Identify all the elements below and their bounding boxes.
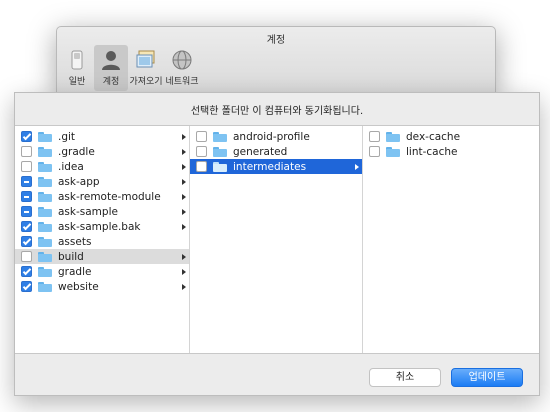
folder-icon <box>38 236 52 247</box>
switch-icon <box>66 49 88 71</box>
folder-column-2[interactable]: android-profile generated intermediates <box>190 126 363 353</box>
folder-checkbox[interactable] <box>369 146 380 157</box>
folder-name: gradle <box>58 265 92 278</box>
disclosure-arrow-icon[interactable] <box>182 163 186 170</box>
folder-name: android-profile <box>233 130 310 143</box>
folder-row[interactable]: android-profile <box>190 129 362 144</box>
folder-row[interactable]: intermediates <box>190 159 362 174</box>
photos-icon <box>135 49 157 71</box>
folder-checkbox[interactable] <box>21 206 32 217</box>
folder-icon <box>38 281 52 292</box>
folder-icon <box>386 146 400 157</box>
folder-row[interactable]: dex-cache <box>363 129 539 144</box>
user-icon <box>100 49 122 71</box>
folder-row[interactable]: gradle <box>15 264 189 279</box>
globe-icon <box>171 49 193 71</box>
folder-name: .idea <box>58 160 84 173</box>
folder-checkbox[interactable] <box>21 221 32 232</box>
disclosure-arrow-icon[interactable] <box>182 208 186 215</box>
folder-name: dex-cache <box>406 130 461 143</box>
cancel-button[interactable]: 취소 <box>369 368 441 387</box>
folder-icon <box>386 131 400 142</box>
window-title: 계정 <box>266 35 286 46</box>
folder-icon <box>38 266 52 277</box>
folder-checkbox[interactable] <box>21 131 32 142</box>
folder-checkbox[interactable] <box>196 146 207 157</box>
folder-row[interactable]: ask-sample <box>15 204 189 219</box>
tab-network-label: 네트워크 <box>165 77 199 87</box>
dialog-message: 선택한 폴더만 이 컴퓨터와 동기화됩니다. <box>190 106 364 117</box>
folder-column-1[interactable]: .git .gradle .idea ask-app ask-remote-module… <box>15 126 190 353</box>
disclosure-arrow-icon[interactable] <box>182 193 186 200</box>
folder-name: assets <box>58 235 92 248</box>
folder-name: .gradle <box>58 145 95 158</box>
folder-name: intermediates <box>233 160 307 173</box>
folder-name: ask-sample.bak <box>58 220 141 233</box>
folder-checkbox[interactable] <box>21 236 32 247</box>
folder-row[interactable]: generated <box>190 144 362 159</box>
folder-checkbox[interactable] <box>369 131 380 142</box>
tab-general-label: 일반 <box>68 77 86 87</box>
folder-checkbox[interactable] <box>21 251 32 262</box>
disclosure-arrow-icon[interactable] <box>182 268 186 275</box>
preferences-window: 계정 일반 계정 가져오기 네트워크 <box>56 26 496 98</box>
folder-icon <box>38 146 52 157</box>
disclosure-arrow-icon[interactable] <box>182 283 186 290</box>
disclosure-arrow-icon[interactable] <box>182 178 186 185</box>
folder-name: ask-sample <box>58 205 118 218</box>
disclosure-arrow-icon[interactable] <box>182 133 186 140</box>
folder-icon <box>38 176 52 187</box>
folder-icon <box>213 161 227 172</box>
folder-row[interactable]: ask-remote-module <box>15 189 189 204</box>
folder-row[interactable]: build <box>15 249 189 264</box>
folder-name: lint-cache <box>406 145 458 158</box>
folder-checkbox[interactable] <box>21 161 32 172</box>
folder-icon <box>213 131 227 142</box>
folder-icon <box>213 146 227 157</box>
tab-account[interactable]: 계정 <box>94 45 128 91</box>
folder-checkbox[interactable] <box>21 146 32 157</box>
folder-sync-dialog: 선택한 폴더만 이 컴퓨터와 동기화됩니다. .git .gradle .idea a… <box>14 92 540 396</box>
folder-checkbox[interactable] <box>196 131 207 142</box>
folder-icon <box>38 206 52 217</box>
folder-name: website <box>58 280 99 293</box>
tab-general[interactable]: 일반 <box>60 45 94 91</box>
folder-row[interactable]: .git <box>15 129 189 144</box>
update-button[interactable]: 업데이트 <box>451 368 523 387</box>
folder-row[interactable]: ask-app <box>15 174 189 189</box>
folder-icon <box>38 161 52 172</box>
folder-icon <box>38 221 52 232</box>
folder-checkbox[interactable] <box>21 176 32 187</box>
folder-icon <box>38 251 52 262</box>
folder-checkbox[interactable] <box>21 266 32 277</box>
folder-name: ask-app <box>58 175 100 188</box>
folder-row[interactable]: lint-cache <box>363 144 539 159</box>
folder-name: .git <box>58 130 76 143</box>
folder-column-3[interactable]: dex-cache lint-cache <box>363 126 539 353</box>
folder-name: generated <box>233 145 288 158</box>
folder-row[interactable]: assets <box>15 234 189 249</box>
tab-account-label: 계정 <box>102 77 120 87</box>
tab-import-label: 가져오기 <box>129 77 163 87</box>
tab-network[interactable]: 네트워크 <box>165 45 199 91</box>
tab-import[interactable]: 가져오기 <box>129 45 163 91</box>
folder-name: build <box>58 250 84 263</box>
folder-icon <box>38 131 52 142</box>
folder-name: ask-remote-module <box>58 190 161 203</box>
folder-checkbox[interactable] <box>21 191 32 202</box>
folder-icon <box>38 191 52 202</box>
disclosure-arrow-icon[interactable] <box>355 163 359 170</box>
folder-checkbox[interactable] <box>21 281 32 292</box>
disclosure-arrow-icon[interactable] <box>182 223 186 230</box>
folder-checkbox[interactable] <box>196 161 207 172</box>
folder-row[interactable]: website <box>15 279 189 294</box>
folder-row[interactable]: .gradle <box>15 144 189 159</box>
folder-row[interactable]: .idea <box>15 159 189 174</box>
disclosure-arrow-icon[interactable] <box>182 253 186 260</box>
folder-browser: .git .gradle .idea ask-app ask-remote-module… <box>15 125 539 354</box>
disclosure-arrow-icon[interactable] <box>182 148 186 155</box>
folder-row[interactable]: ask-sample.bak <box>15 219 189 234</box>
